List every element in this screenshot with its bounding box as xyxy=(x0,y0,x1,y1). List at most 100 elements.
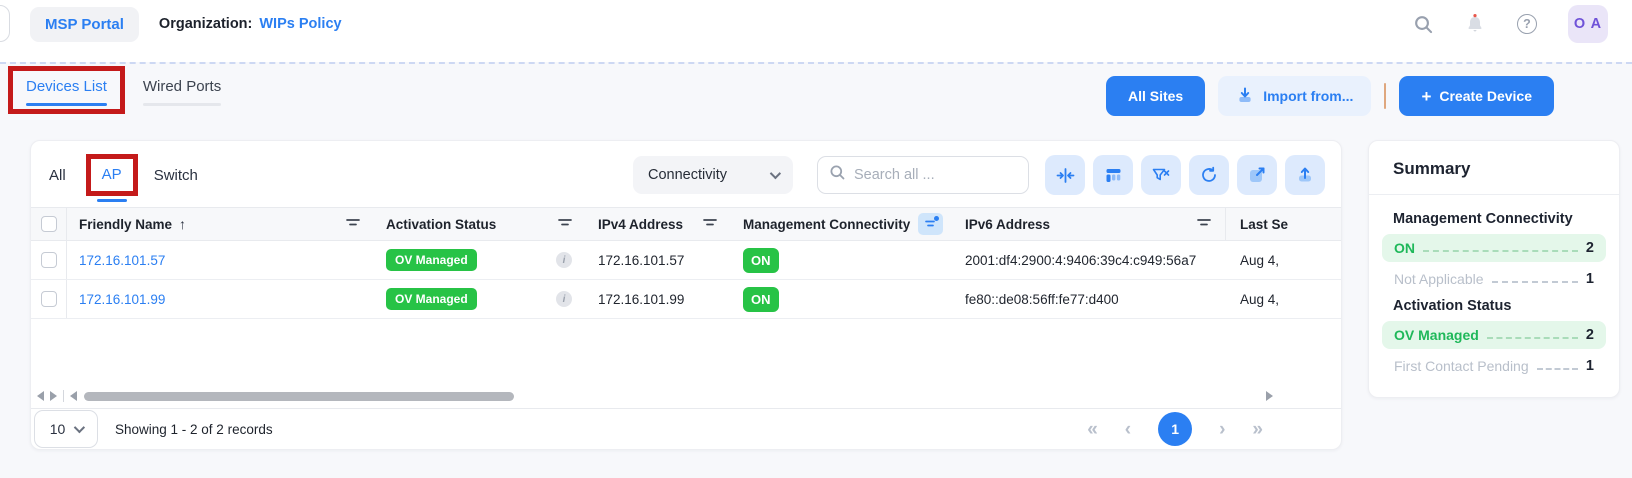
page-size-value: 10 xyxy=(50,421,66,437)
open-external-button[interactable] xyxy=(1237,155,1277,195)
summary-row-on[interactable]: ON 2 xyxy=(1382,234,1606,262)
organization-value-link[interactable]: WIPs Policy xyxy=(259,16,341,32)
col-last-seen[interactable]: Last Se xyxy=(1226,208,1341,240)
horizontal-scrollbar[interactable] xyxy=(31,389,1341,403)
msp-portal-button[interactable]: MSP Portal xyxy=(30,7,139,42)
scroll-left-icon[interactable] xyxy=(70,391,77,401)
all-sites-label: All Sites xyxy=(1128,88,1183,104)
friendly-name-link[interactable]: 172.16.101.57 xyxy=(79,253,165,268)
activation-status-badge: OV Managed xyxy=(386,288,477,310)
autosize-columns-icon xyxy=(1056,166,1075,185)
row-checkbox[interactable] xyxy=(41,252,57,268)
autosize-columns-button[interactable] xyxy=(1045,155,1085,195)
col-friendly-name[interactable]: Friendly Name ↑ xyxy=(67,208,374,240)
first-page-button[interactable]: « xyxy=(1087,420,1098,439)
scrollbar-divider xyxy=(63,390,64,402)
last-seen-value: Aug 4, xyxy=(1240,253,1279,268)
summary-row-label: ON xyxy=(1394,240,1415,256)
filter-icon[interactable] xyxy=(558,217,572,232)
type-tab-ap[interactable]: AP xyxy=(102,166,122,183)
activation-status-badge: OV Managed xyxy=(386,249,477,271)
table-row[interactable]: 172.16.101.99 OV Managed i 172.16.101.99… xyxy=(31,280,1341,319)
scroll-right-icon[interactable] xyxy=(1266,391,1273,401)
col-ipv4-address[interactable]: IPv4 Address xyxy=(586,208,731,240)
current-page-button[interactable]: 1 xyxy=(1158,412,1192,446)
ipv6-value: fe80::de08:56ff:fe77:d400 xyxy=(965,292,1119,307)
page-actions: All Sites Import from... + Create Device xyxy=(1106,76,1554,116)
type-tab-switch[interactable]: Switch xyxy=(154,167,198,184)
col-ipv4-address-label: IPv4 Address xyxy=(598,217,683,232)
summary-row-ov-managed[interactable]: OV Managed 2 xyxy=(1382,321,1606,349)
active-filter-icon[interactable] xyxy=(918,213,943,235)
col-management-connectivity[interactable]: Management Connectivity xyxy=(731,208,953,240)
sidebar-collapse-handle[interactable] xyxy=(0,5,10,42)
help-glyph: ? xyxy=(1517,14,1537,34)
search-field-wrap xyxy=(817,156,1029,194)
summary-row-first-contact-pending[interactable]: First Contact Pending 1 xyxy=(1382,352,1606,380)
friendly-name-link[interactable]: 172.16.101.99 xyxy=(79,292,165,307)
user-avatar[interactable]: O A xyxy=(1568,5,1608,43)
col-activation-status-label: Activation Status xyxy=(386,217,496,232)
page-size-select[interactable]: 10 xyxy=(34,410,98,448)
records-count-text: Showing 1 - 2 of 2 records xyxy=(115,422,273,437)
col-ipv6-address[interactable]: IPv6 Address xyxy=(953,208,1226,240)
filter-icon[interactable] xyxy=(703,217,717,232)
scroll-left-icon[interactable] xyxy=(37,391,44,401)
connectivity-badge: ON xyxy=(743,287,779,312)
summary-section-heading: Management Connectivity xyxy=(1382,209,1606,234)
summary-row-count: 2 xyxy=(1586,240,1594,256)
tab-devices-list-label: Devices List xyxy=(26,78,107,95)
all-sites-button[interactable]: All Sites xyxy=(1106,76,1205,116)
refresh-button[interactable] xyxy=(1189,155,1229,195)
table-row[interactable]: 172.16.101.57 OV Managed i 172.16.101.57… xyxy=(31,241,1341,280)
tab-devices-list[interactable]: Devices List xyxy=(26,78,107,106)
last-page-button[interactable]: » xyxy=(1252,420,1263,439)
active-tab-underline xyxy=(26,103,107,106)
tab-wired-ports-label: Wired Ports xyxy=(143,78,221,95)
organization-label: Organization: xyxy=(159,16,252,32)
info-icon[interactable]: i xyxy=(556,291,572,307)
tab-wired-ports[interactable]: Wired Ports xyxy=(139,78,225,106)
summary-row-not-applicable[interactable]: Not Applicable 1 xyxy=(1382,265,1606,293)
prev-page-button[interactable]: ‹ xyxy=(1125,420,1131,439)
filter-icon[interactable] xyxy=(1197,217,1211,232)
row-checkbox[interactable] xyxy=(41,291,57,307)
scrollbar-thumb[interactable] xyxy=(84,392,514,401)
top-bar: MSP Portal Organization: WIPs Policy ? O… xyxy=(0,0,1632,48)
page-tabs-row: Devices List Wired Ports All Sites Impor… xyxy=(0,64,1632,124)
help-icon[interactable]: ? xyxy=(1516,13,1538,35)
clear-filters-button[interactable] xyxy=(1141,155,1181,195)
annotation-box-devices-list: Devices List xyxy=(8,66,125,114)
notifications-bell-icon[interactable] xyxy=(1464,13,1486,35)
create-device-button[interactable]: + Create Device xyxy=(1399,76,1554,116)
type-tab-all[interactable]: All xyxy=(49,167,66,184)
filter-icon[interactable] xyxy=(346,217,360,232)
chevron-down-icon xyxy=(74,422,85,433)
col-last-seen-label: Last Se xyxy=(1240,217,1288,232)
scroll-right-icon[interactable] xyxy=(50,391,57,401)
search-icon[interactable] xyxy=(1412,13,1434,35)
table-footer: 10 Showing 1 - 2 of 2 records « ‹ 1 › » xyxy=(31,408,1341,449)
import-from-button[interactable]: Import from... xyxy=(1218,76,1371,116)
summary-row-count: 1 xyxy=(1586,271,1594,287)
connectivity-select[interactable]: Connectivity xyxy=(633,156,793,194)
download-icon xyxy=(1236,86,1254,107)
next-page-button[interactable]: › xyxy=(1219,420,1225,439)
ap-tab-underline xyxy=(97,199,127,202)
col-management-connectivity-label: Management Connectivity xyxy=(743,217,910,232)
summary-row-label: First Contact Pending xyxy=(1394,358,1529,374)
table-header: Friendly Name ↑ Activation Status IPv4 A… xyxy=(31,207,1341,241)
filter-active-dot xyxy=(934,216,939,221)
export-button[interactable] xyxy=(1285,155,1325,195)
select-all-checkbox[interactable] xyxy=(41,216,57,232)
sort-asc-icon: ↑ xyxy=(179,216,186,232)
column-settings-button[interactable] xyxy=(1093,155,1133,195)
info-icon[interactable]: i xyxy=(556,252,572,268)
connectivity-badge: ON xyxy=(743,248,779,273)
dotted-leader xyxy=(1492,281,1578,283)
type-tab-ap-wrap: AP xyxy=(86,154,138,196)
chevron-down-icon xyxy=(770,168,781,179)
content-row: All AP Switch Connectivity xyxy=(0,124,1632,450)
col-activation-status[interactable]: Activation Status xyxy=(374,208,586,240)
search-input[interactable] xyxy=(854,167,1004,183)
